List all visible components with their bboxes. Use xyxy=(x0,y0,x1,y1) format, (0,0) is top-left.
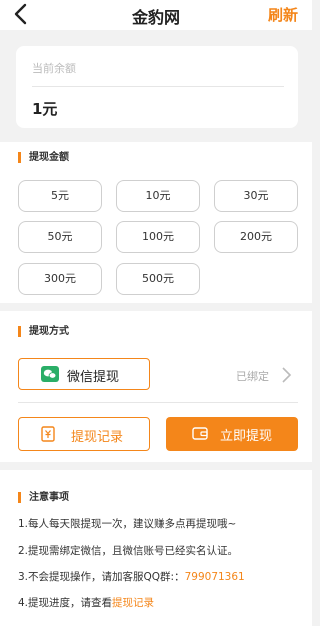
wechat-withdraw-button[interactable]: 微信提现 xyxy=(18,358,150,390)
amount-option[interactable]: 100元 xyxy=(116,221,200,253)
bound-status: 已绑定 xyxy=(236,370,269,383)
balance-divider xyxy=(32,86,284,87)
note-line: 3.不会提现操作，请加客服QQ群:：799071361 xyxy=(18,569,245,584)
header-bar: 金豹网 刷新 xyxy=(0,0,312,30)
amount-option[interactable]: 300元 xyxy=(18,263,102,295)
withdraw-now-label: 立即提现 xyxy=(220,429,273,444)
withdraw-record-button[interactable]: 提现记录 xyxy=(18,417,150,451)
note-text: 4.提现进度，请查看 xyxy=(18,597,113,609)
refresh-button[interactable]: 刷新 xyxy=(268,4,298,25)
withdraw-now-button[interactable]: 立即提现 xyxy=(166,417,298,451)
amount-option[interactable]: 200元 xyxy=(214,221,298,253)
amount-option[interactable]: 5元 xyxy=(18,180,102,212)
method-section-title: 提现方式 xyxy=(18,326,69,337)
note-line: 2.提现需绑定微信，且微信账号已经实名认证。 xyxy=(18,545,239,557)
balance-value: 1元 xyxy=(32,100,58,118)
notes-section-title: 注意事项 xyxy=(18,492,69,503)
page-title: 金豹网 xyxy=(131,8,180,27)
balance-section: 当前余额 1元 xyxy=(0,34,312,140)
divider xyxy=(18,402,298,403)
qq-group-number[interactable]: 799071361 xyxy=(185,571,245,583)
balance-card: 当前余额 1元 xyxy=(16,46,298,128)
amount-section-title: 提现金额 xyxy=(18,152,69,163)
note-line: 4.提现进度，请查看提现记录 xyxy=(18,595,154,610)
amount-option[interactable]: 50元 xyxy=(18,221,102,253)
wechat-icon xyxy=(41,366,59,382)
wallet-icon xyxy=(192,427,208,440)
record-label: 提现记录 xyxy=(71,430,124,445)
record-icon xyxy=(41,426,55,442)
note-text: 3.不会提现操作，请加客服QQ群:： xyxy=(18,571,185,583)
record-link[interactable]: 提现记录 xyxy=(112,597,154,609)
note-line: 1.每人每天限提现一次，建议赚多点再提现哦~ xyxy=(18,518,237,530)
amount-option[interactable]: 30元 xyxy=(214,180,298,212)
amount-option[interactable]: 500元 xyxy=(116,263,200,295)
balance-label: 当前余额 xyxy=(32,62,76,75)
withdraw-method-label: 微信提现 xyxy=(67,370,120,385)
chevron-right-icon[interactable] xyxy=(280,366,292,384)
amount-option[interactable]: 10元 xyxy=(116,180,200,212)
